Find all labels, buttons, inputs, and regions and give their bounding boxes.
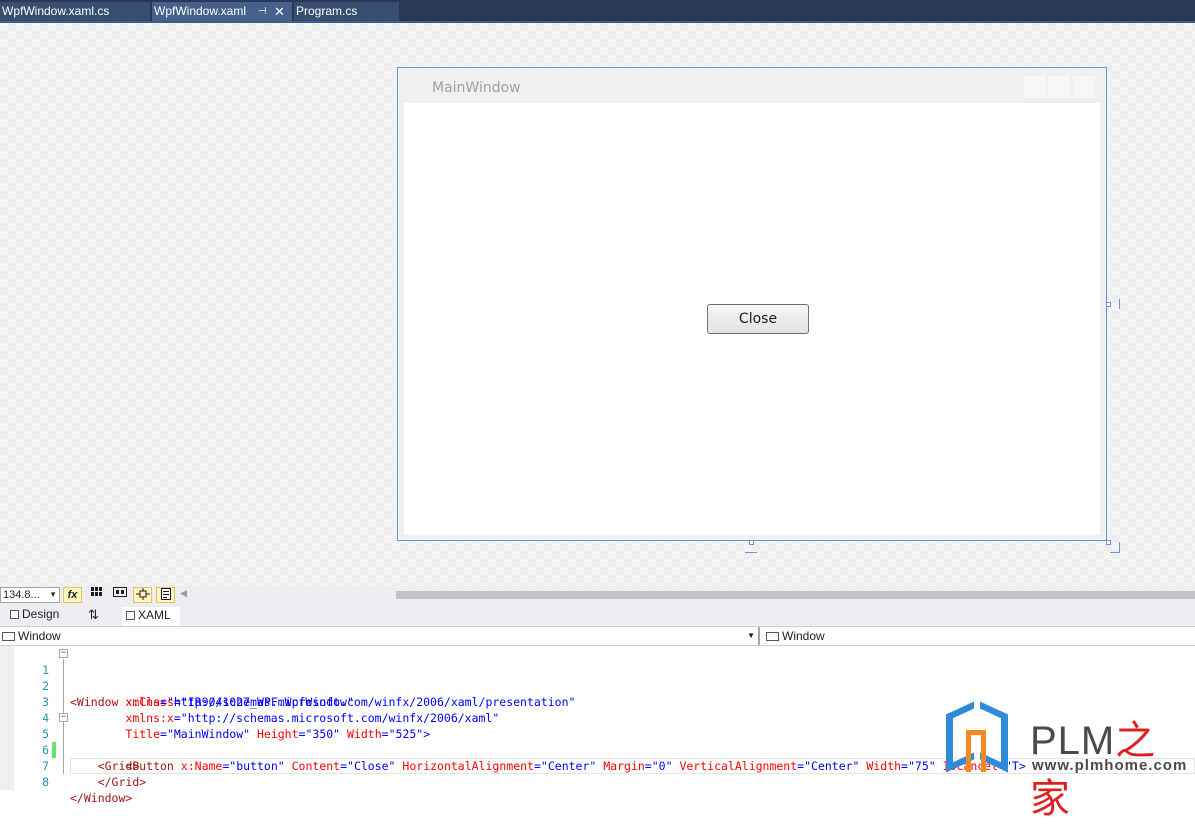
effects-toggle-button[interactable]: fx [63,587,82,603]
tab-wpfwindow-xaml-cs[interactable]: WpfWindow.xaml.cs [0,2,150,21]
document-tab-strip: WpfWindow.xaml.cs WpfWindow.xaml ⊣ ✕ Pro… [0,0,1195,23]
element-member-dropdown[interactable]: Window [764,627,1195,645]
tab-label: WpfWindow.xaml.cs [2,4,110,18]
grid-icon[interactable] [87,587,106,603]
xml-tag: </Grid> [97,775,147,789]
element-member-label: Window [782,629,825,643]
snap-to-grid-icon[interactable] [110,587,129,603]
element-type-dropdown[interactable]: Window ▼ [0,627,760,645]
window-client-area[interactable]: Close [404,103,1100,535]
tab-design-label: Design [22,607,60,621]
snap-lines-icon[interactable] [133,587,152,603]
collapse-icon[interactable]: − [59,649,68,658]
element-icon [2,632,15,641]
pin-icon[interactable]: ⊣ [258,2,267,21]
horizontal-scrollbar[interactable] [396,591,1195,599]
tab-xaml[interactable]: XAML [122,607,180,626]
size-marker-corner [1110,552,1120,553]
maximize-button [1048,76,1070,98]
design-surface[interactable]: MainWindow Close [0,23,1195,586]
resize-handle-bottom[interactable] [749,540,754,545]
designer-toolbar: 134.8... ▼ fx ◀ [0,586,1195,604]
close-button[interactable]: Close [707,304,809,334]
line-number: 8 [42,775,49,789]
chevron-down-icon[interactable]: ▼ [747,627,755,645]
zoom-value: 134.8... [3,589,40,601]
xaml-icon [126,611,135,620]
swap-panes-icon[interactable]: ⇅ [88,606,99,625]
scroll-left-icon[interactable]: ◀ [180,588,187,599]
xml-tag: </Window> [70,791,133,805]
wpf-window-preview[interactable]: MainWindow Close [397,67,1107,541]
resize-handle-right[interactable] [1106,302,1111,307]
element-type-label: Window [18,629,61,643]
minimize-button [1024,76,1046,98]
tab-xaml-label: XAML [138,608,171,622]
size-marker-bottom [745,552,757,553]
navigation-bar: Window ▼ Window [0,626,1195,646]
tab-design[interactable]: Design [10,606,59,625]
size-marker-right [1119,299,1120,309]
element-icon [766,632,779,641]
tab-program-cs[interactable]: Program.cs [294,2,399,21]
watermark-url: www.plmhome.com [1032,757,1188,774]
chevron-down-icon[interactable]: ▼ [49,588,57,602]
tab-label: WpfWindow.xaml [154,4,247,18]
code-line[interactable]: 1 − <Window x:Class="IR9041027_WPF.WpfWi… [0,646,1195,710]
zoom-dropdown[interactable]: 134.8... ▼ [0,587,60,603]
window-title: MainWindow [432,80,521,96]
collapse-icon[interactable]: − [59,713,68,722]
tab-label: Program.cs [296,4,358,18]
project-code-icon[interactable] [156,587,175,603]
close-icon[interactable]: ✕ [274,2,285,21]
code-line[interactable]: 3 xmlns:x="http://schemas.microsoft.com/… [0,678,1195,725]
tab-wpfwindow-xaml[interactable]: WpfWindow.xaml ⊣ ✕ [152,2,292,21]
window-close-button [1073,76,1095,98]
logo-icon [966,730,986,772]
resize-handle-corner[interactable] [1106,540,1111,545]
code-line[interactable]: 2 xmlns="http://schemas.microsoft.com/wi… [0,662,1195,709]
plmhome-watermark: PLM之家 www.plmhome.com [940,700,1195,821]
split-view-tabs: Design ⇅ XAML [0,604,1195,626]
size-marker-corner [1119,542,1120,552]
design-icon [10,610,19,619]
